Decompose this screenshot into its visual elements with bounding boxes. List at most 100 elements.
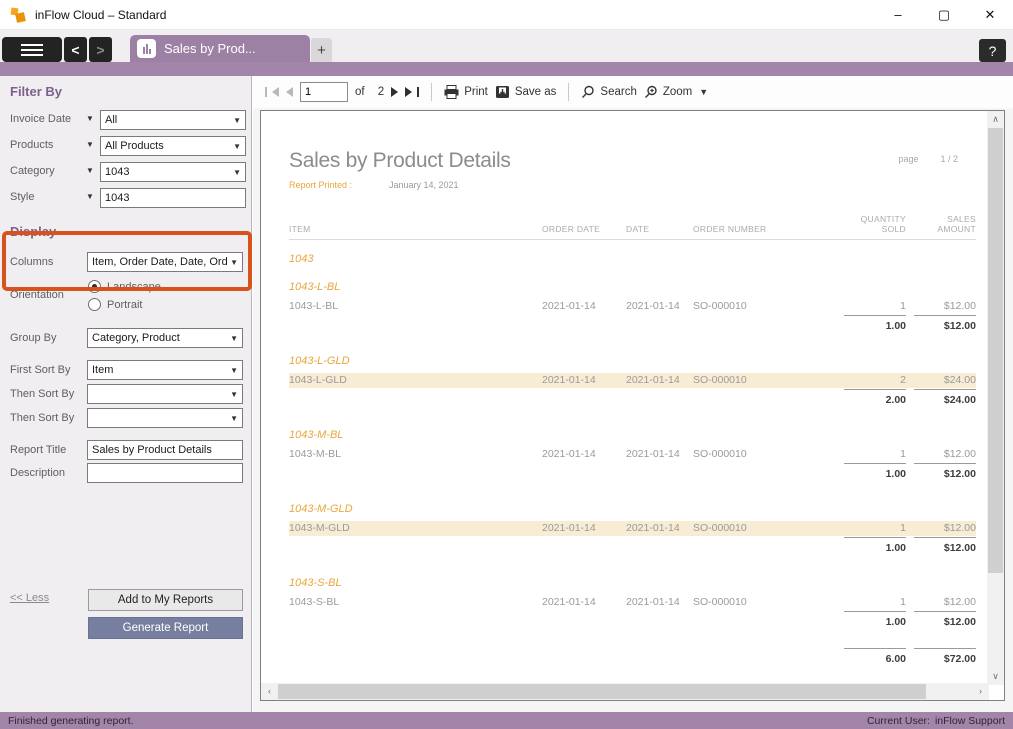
add-to-my-reports-button[interactable]: Add to My Reports [88,589,243,611]
chevron-down-icon: ▼ [230,366,238,375]
print-icon [444,85,459,99]
report-title-input[interactable] [87,440,243,460]
products-caret-icon[interactable]: ▼ [86,140,94,149]
next-page-button[interactable] [391,87,398,97]
inflow-logo-icon [10,7,26,23]
category-caret-icon[interactable]: ▼ [86,166,94,175]
report-group-header: 1043-M-BL [289,429,976,441]
last-page-button[interactable] [405,87,419,97]
page-number-input[interactable] [300,82,348,102]
zoom-button[interactable]: Zoom ▼ [644,85,708,99]
tab-bar: < > Sales by Prod... + ? [0,30,1013,62]
tab-label: Sales by Prod... [164,41,256,56]
portrait-radio[interactable]: Portrait [88,298,142,311]
scroll-down-icon[interactable]: ∨ [987,671,1004,682]
save-as-button[interactable]: Save as [495,85,557,99]
less-link[interactable]: << Less [10,592,49,604]
hamburger-menu-button[interactable] [2,37,62,62]
report-table-row: 1043-M-BL2021-01-142021-01-14SO-0000101$… [289,447,976,462]
print-button[interactable]: Print [444,85,488,99]
chevron-down-icon: ▼ [230,414,238,423]
report-page: page1 / 2 Sales by Product Details Repor… [289,149,976,667]
report-viewport: page1 / 2 Sales by Product Details Repor… [260,110,1005,701]
then-sort-select[interactable]: ▼ [87,384,243,404]
vertical-scrollbar[interactable]: ∧ ∨ [987,111,1004,685]
report-subtotal-row: 1.00$12.00 [289,463,976,482]
chevron-down-icon: ▼ [233,142,241,151]
scroll-up-icon[interactable]: ∧ [987,114,1004,125]
close-button[interactable]: ✕ [967,0,1013,30]
report-group-header: 1043-L-BL [289,281,976,293]
first-sort-label: First Sort By [10,364,71,376]
horizontal-scroll-thumb[interactable] [278,684,926,699]
tab-sales-by-product[interactable]: Sales by Prod... [130,35,310,62]
report-table-row: 1043-M-GLD2021-01-142021-01-14SO-0000101… [289,521,976,536]
report-grand-total-row: 6.00$72.00 [289,648,976,667]
columns-label: Columns [10,256,53,268]
search-button[interactable]: Search [581,85,636,99]
back-button[interactable]: < [64,37,87,62]
group-by-select[interactable]: Category, Product▼ [87,328,243,348]
scroll-right-icon[interactable]: › [972,686,989,696]
report-subtotal-row: 1.00$12.00 [289,315,976,334]
report-chart-icon [137,39,156,58]
report-table-header: ITEM ORDER DATE DATE ORDER NUMBER QUANTI… [289,214,976,240]
report-group-header: 1043-L-GLD [289,355,976,367]
then-sort-label: Then Sort By [10,388,74,400]
minimize-button[interactable]: – [875,0,921,30]
display-heading: Display [10,224,56,239]
new-tab-button[interactable]: + [311,38,332,62]
filter-by-heading: Filter By [10,84,62,99]
generate-report-button[interactable]: Generate Report [88,617,243,639]
forward-button[interactable]: > [89,37,112,62]
category-label: Category [10,165,55,177]
page-indicator: page1 / 2 [898,154,958,164]
columns-select[interactable]: Item, Order Date, Date, Orde▼ [87,252,243,272]
landscape-radio[interactable]: Landscape [88,280,161,293]
help-button[interactable]: ? [979,39,1006,62]
current-user-value: inFlow Support [935,715,1005,727]
current-user-label: Current User: [867,715,930,727]
style-input[interactable] [100,188,246,208]
radio-unselected-icon [88,298,101,311]
chevron-down-icon: ▼ [230,334,238,343]
invoice-date-select[interactable]: All▼ [100,110,246,130]
then-sort2-label: Then Sort By [10,412,74,424]
report-subtotal-row: 1.00$12.00 [289,537,976,556]
chevron-down-icon: ▼ [230,258,238,267]
report-options-sidebar: Filter By Invoice Date ▼ All▼ Products ▼… [0,76,252,712]
radio-selected-icon [88,280,101,293]
scroll-left-icon[interactable]: ‹ [261,686,278,696]
category-select[interactable]: 1043▼ [100,162,246,182]
report-subtotal-row: 2.00$24.00 [289,389,976,408]
horizontal-scrollbar[interactable]: ‹ › [261,683,989,700]
style-caret-icon[interactable]: ▼ [86,192,94,201]
products-select[interactable]: All Products▼ [100,136,246,156]
chevron-down-icon: ▼ [233,168,241,177]
report-title: Sales by Product Details [289,149,976,173]
first-sort-select[interactable]: Item▼ [87,360,243,380]
report-panel: of 2 Print Save as [253,76,1013,712]
report-table-row: 1043-L-GLD2021-01-142021-01-14SO-0000102… [289,373,976,388]
orientation-label: Orientation [10,289,64,301]
first-page-button[interactable] [265,87,279,97]
chevron-down-icon: ▼ [230,390,238,399]
invoice-date-caret-icon[interactable]: ▼ [86,114,94,123]
vertical-scroll-thumb[interactable] [988,128,1003,573]
description-input[interactable] [87,463,243,483]
products-label: Products [10,139,53,151]
report-table-row: 1043-L-BL2021-01-142021-01-14SO-0000101$… [289,299,976,314]
report-group-header: 1043-M-GLD [289,503,976,515]
prev-page-button[interactable] [286,87,293,97]
save-as-icon [495,85,510,99]
title-bar: inFlow Cloud – Standard – ▢ ✕ [0,0,1013,30]
report-subtotal-row: 1.00$12.00 [289,611,976,630]
maximize-button[interactable]: ▢ [921,0,967,30]
invoice-date-label: Invoice Date [10,113,71,125]
report-title-label: Report Title [10,444,66,456]
printed-date: January 14, 2021 [389,180,459,190]
then-sort2-select[interactable]: ▼ [87,408,243,428]
page-count: of 2 [355,86,384,98]
style-label: Style [10,191,34,203]
group-by-label: Group By [10,332,56,344]
